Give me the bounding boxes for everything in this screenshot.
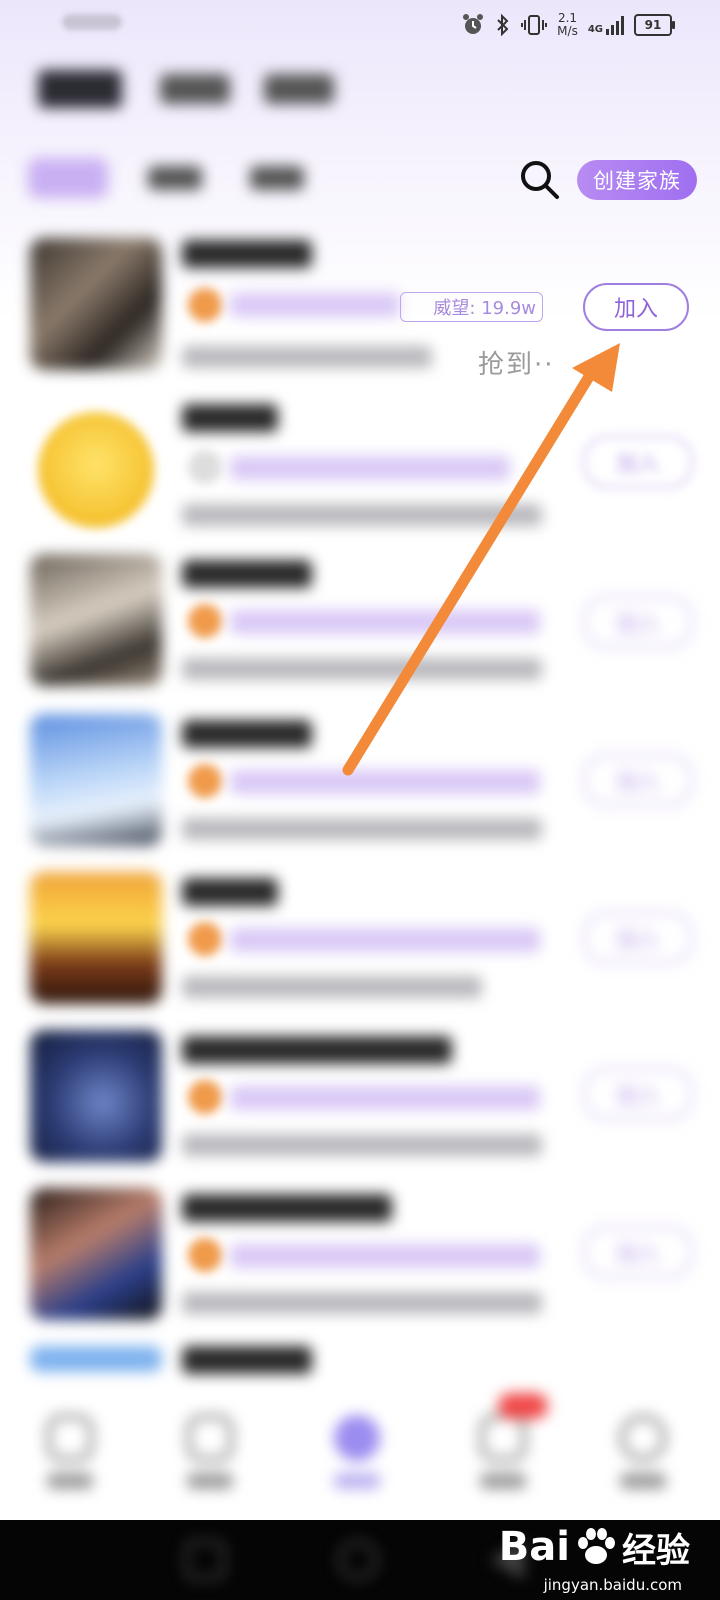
- watermark-brand-right: 经验: [622, 1530, 690, 1571]
- list-item[interactable]: 加入: [0, 710, 720, 872]
- family-description: [182, 818, 542, 840]
- bluetooth-icon: [497, 13, 509, 37]
- nav-item-1[interactable]: [25, 1405, 115, 1505]
- join-button[interactable]: 加入: [583, 1068, 693, 1120]
- family-description: [182, 346, 432, 368]
- level-badge-icon: [188, 922, 222, 956]
- family-tag: [230, 928, 540, 952]
- family-description: [182, 504, 542, 526]
- home-button[interactable]: [338, 1540, 378, 1580]
- tab-third[interactable]: [264, 74, 334, 104]
- nav-item-family[interactable]: [312, 1405, 402, 1505]
- family-tag: [230, 1244, 540, 1268]
- family-name: [182, 240, 312, 268]
- family-tag: [230, 610, 540, 634]
- network-type: 4G: [587, 24, 603, 35]
- family-name: [182, 1346, 312, 1374]
- status-time: [62, 14, 122, 30]
- family-name: [182, 1036, 452, 1064]
- family-tag: [230, 456, 510, 480]
- level-badge-icon: [188, 604, 222, 638]
- list-item[interactable]: 加入: [0, 868, 720, 1030]
- join-button[interactable]: 加入: [583, 436, 693, 488]
- list-item[interactable]: 加入: [0, 1184, 720, 1346]
- family-name: [182, 404, 278, 432]
- join-button[interactable]: 加入: [583, 1226, 693, 1278]
- subtab-selected[interactable]: [28, 158, 108, 198]
- network-speed: 2.1 M/s: [557, 11, 578, 38]
- family-avatar: [30, 1188, 162, 1320]
- vibrate-icon: [521, 15, 548, 35]
- list-item[interactable]: 加入: [0, 392, 720, 554]
- battery-icon: 91: [634, 14, 675, 36]
- bottom-nav: [0, 1393, 720, 1515]
- family-avatar: [30, 872, 162, 1004]
- family-name: [182, 878, 278, 906]
- nav-icon: [47, 1415, 93, 1461]
- level-badge-icon: [188, 1080, 222, 1114]
- family-avatar: [30, 1346, 162, 1372]
- join-button[interactable]: 加入: [583, 754, 693, 806]
- nav-icon: [620, 1415, 666, 1461]
- prestige-badge: 威望: 19.9w: [400, 292, 543, 322]
- family-name: [182, 560, 312, 588]
- nav-label: [187, 1473, 233, 1489]
- family-avatar: [30, 238, 162, 370]
- notification-badge: [498, 1393, 548, 1419]
- family-avatar: [30, 1030, 162, 1162]
- level-badge-icon: [188, 288, 222, 322]
- level-badge-icon: [188, 1238, 222, 1272]
- watermark-url: jingyan.baidu.com: [543, 1576, 682, 1594]
- level-badge-icon: [188, 764, 222, 798]
- family-description: [182, 658, 542, 680]
- family-name: [182, 1194, 392, 1222]
- status-icons: 2.1 M/s 4G 91: [461, 8, 675, 42]
- family-description: [182, 976, 482, 998]
- list-item[interactable]: [0, 1342, 720, 1392]
- tab-second[interactable]: [160, 74, 230, 104]
- join-button[interactable]: 加入: [583, 596, 693, 648]
- subtab-second[interactable]: [148, 166, 202, 190]
- search-icon[interactable]: [518, 158, 560, 200]
- nav-label: [480, 1473, 526, 1489]
- create-family-button[interactable]: 创建家族: [577, 160, 697, 200]
- battery-level: 91: [644, 18, 662, 32]
- nav-icon: [187, 1415, 233, 1461]
- nav-label: [620, 1473, 666, 1489]
- nav-item-2[interactable]: [165, 1405, 255, 1505]
- family-avatar: [30, 714, 162, 846]
- family-tag: [230, 293, 400, 317]
- family-tag: [230, 1086, 540, 1110]
- nav-item-4[interactable]: [458, 1393, 548, 1505]
- nav-label: [334, 1473, 380, 1489]
- alarm-icon: [463, 14, 484, 34]
- list-item[interactable]: 加入: [0, 1026, 720, 1188]
- description-tail: 抢到··: [478, 350, 555, 380]
- recent-apps-button[interactable]: [185, 1540, 225, 1580]
- family-name: [182, 720, 312, 748]
- join-button[interactable]: 加入: [583, 912, 693, 964]
- nav-label: [47, 1473, 93, 1489]
- subtab-third[interactable]: [250, 166, 304, 190]
- join-button[interactable]: 加入: [583, 283, 689, 331]
- signal-icon: [606, 15, 624, 35]
- nav-icon: [480, 1415, 526, 1461]
- watermark-brand-left: Bai: [498, 1524, 570, 1570]
- family-description: [182, 1292, 542, 1314]
- family-tag: [230, 770, 540, 794]
- baidu-watermark: Bai 经验: [499, 1512, 690, 1582]
- nav-icon: [334, 1415, 380, 1461]
- paw-icon: [578, 1528, 615, 1564]
- tab-family[interactable]: [38, 70, 122, 108]
- status-bar: 2.1 M/s 4G 91: [0, 0, 720, 50]
- nav-item-5[interactable]: [598, 1405, 688, 1505]
- family-avatar: [30, 554, 162, 686]
- list-item[interactable]: 加入: [0, 550, 720, 712]
- level-badge-icon: [188, 450, 222, 484]
- family-description: [182, 1134, 542, 1156]
- family-avatar: [38, 412, 154, 528]
